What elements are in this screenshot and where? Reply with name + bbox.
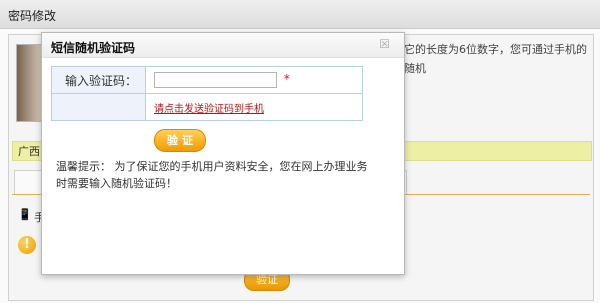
dialog-title: 短信随机验证码	[51, 41, 136, 55]
empty-label-cell	[51, 93, 146, 121]
tip-text-block: 温馨提示： 为了保证您的手机用户资料安全，您在网上办理业务时需要输入随机验证码！	[56, 158, 376, 192]
code-input-cell: *	[145, 66, 363, 94]
verify-button[interactable]: 验证	[154, 129, 206, 152]
verify-form-table: 输入验证码： * 请点击发送验证码到手机	[51, 66, 363, 121]
tip-label: 温馨提示：	[56, 160, 111, 173]
code-label: 输入验证码：	[64, 73, 137, 88]
send-code-link[interactable]: 请点击发送验证码到手机	[154, 104, 264, 115]
sms-verify-dialog: 短信随机验证码 ☒ 输入验证码： * 请点击发送验证码到手机 验证 温馨提示： …	[41, 32, 405, 275]
code-input[interactable]	[154, 72, 277, 88]
close-icon[interactable]: ☒	[379, 37, 390, 51]
required-mark: *	[283, 72, 290, 86]
send-link-cell: 请点击发送验证码到手机	[145, 93, 363, 121]
code-label-cell: 输入验证码：	[51, 66, 146, 94]
dialog-header: 短信随机验证码 ☒	[42, 33, 404, 58]
